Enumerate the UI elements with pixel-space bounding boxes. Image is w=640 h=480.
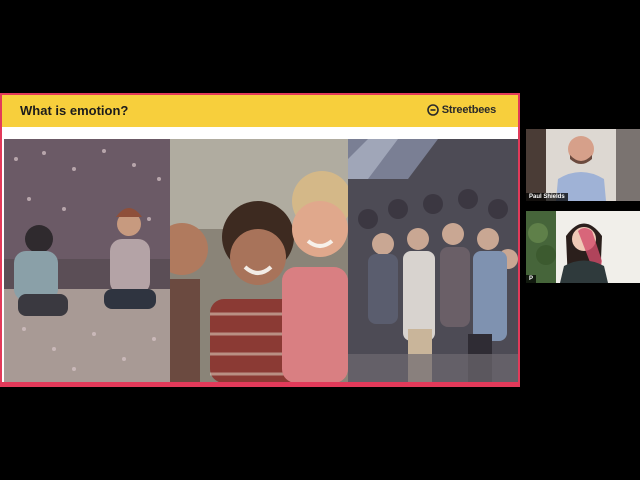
confetti-party-photo — [4, 139, 170, 383]
slide-bottom-bar — [2, 382, 518, 385]
participant-name: Paul Shields — [526, 193, 568, 201]
shared-slide: What is emotion? Streetbees — [0, 93, 520, 387]
participant-video-tile[interactable]: Paul Shields — [526, 129, 640, 201]
streetbees-logo-icon — [426, 104, 439, 116]
smiling-children-photo — [170, 139, 348, 383]
slide-title: What is emotion? — [20, 103, 129, 118]
brand-name: Streetbees — [441, 104, 496, 116]
participant-name: P — [526, 275, 537, 283]
slide-header: What is emotion? Streetbees — [2, 95, 518, 127]
brand-logo-group: Streetbees — [426, 104, 496, 116]
photo-strip — [4, 139, 518, 383]
cheering-crowd-photo — [348, 139, 518, 383]
participant-video-tile[interactable]: P — [526, 211, 640, 283]
